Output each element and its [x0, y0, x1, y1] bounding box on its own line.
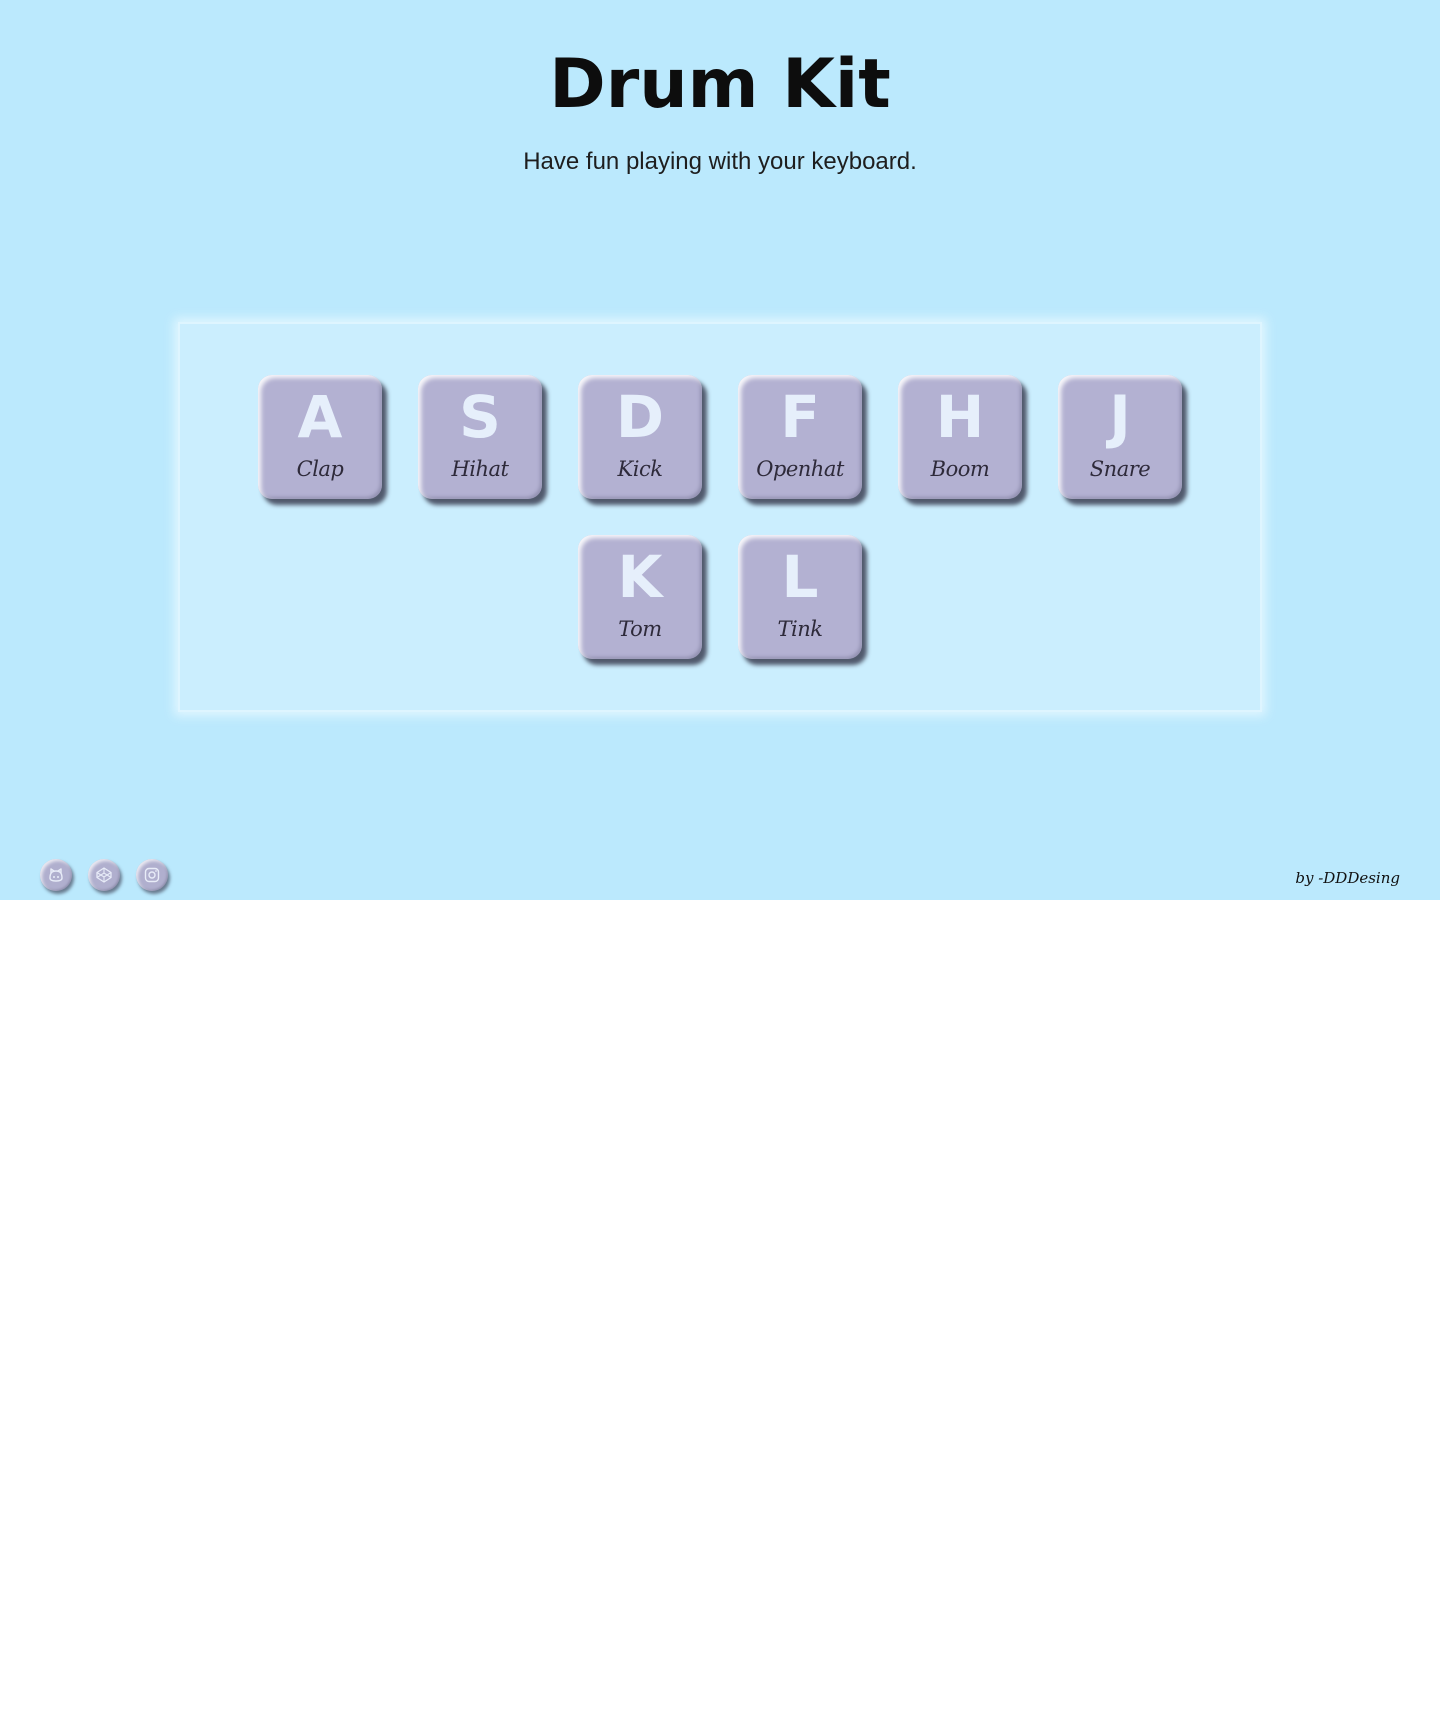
key-letter: H [935, 383, 985, 451]
drum-key-j[interactable]: J Snare [1058, 375, 1182, 499]
key-sound-label: Kick [617, 457, 663, 481]
github-icon [49, 868, 63, 882]
page-title: Drum Kit [549, 45, 891, 124]
drum-key-k[interactable]: K Tom [578, 535, 702, 659]
key-sound-label: Tink [777, 617, 823, 641]
drum-key-l[interactable]: L Tink [738, 535, 862, 659]
codepen-link[interactable] [88, 859, 120, 891]
instagram-icon [144, 867, 160, 883]
instagram-link[interactable] [136, 859, 168, 891]
key-letter: L [781, 543, 819, 611]
key-letter: S [459, 383, 501, 451]
key-sound-label: Hihat [451, 457, 509, 481]
key-letter: A [297, 383, 343, 451]
author-credit: by -DDDesing [1295, 869, 1400, 887]
github-link[interactable] [40, 859, 72, 891]
key-sound-label: Openhat [756, 457, 844, 481]
key-letter: F [780, 383, 820, 451]
drum-key-h[interactable]: H Boom [898, 375, 1022, 499]
drum-key-d[interactable]: D Kick [578, 375, 702, 499]
key-letter: J [1109, 383, 1131, 451]
page-subtitle: Have fun playing with your keyboard. [523, 148, 917, 175]
key-sound-label: Boom [930, 457, 990, 481]
key-sound-label: Snare [1089, 457, 1151, 481]
key-letter: D [615, 383, 665, 451]
drum-key-f[interactable]: F Openhat [738, 375, 862, 499]
key-sound-label: Tom [618, 617, 662, 641]
codepen-icon [96, 867, 112, 883]
drum-key-s[interactable]: S Hihat [418, 375, 542, 499]
drum-key-a[interactable]: A Clap [258, 375, 382, 499]
key-letter: K [617, 543, 663, 611]
key-sound-label: Clap [296, 457, 344, 481]
drum-kit-page: Drum Kit Have fun playing with your keyb… [0, 0, 1440, 900]
